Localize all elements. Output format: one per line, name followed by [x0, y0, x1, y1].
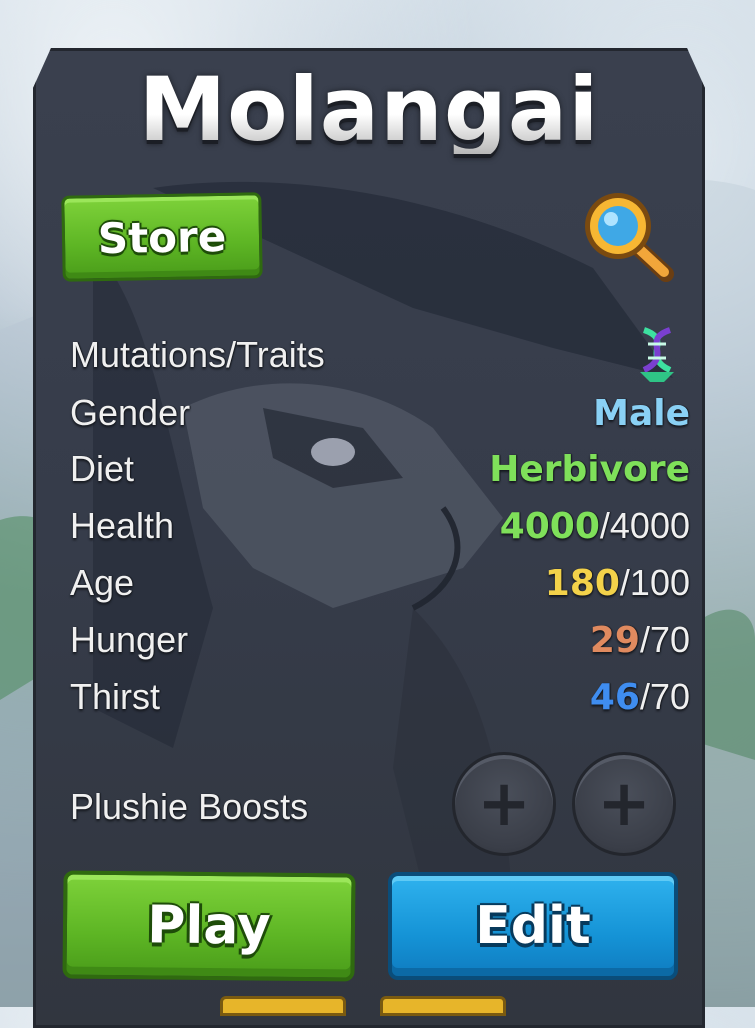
plus-icon: + — [597, 767, 651, 841]
diet-label: Diet — [70, 448, 135, 489]
hunger-value: 29/70 — [590, 619, 690, 661]
plushie-boosts-label: Plushie Boosts — [70, 786, 309, 827]
age-max: /100 — [619, 562, 690, 603]
plushie-slot-2-button[interactable]: + — [572, 752, 676, 856]
plushie-boosts-row: Plushie Boosts — [70, 782, 370, 832]
dna-trait-icon[interactable] — [634, 326, 680, 384]
bottom-tab-2[interactable] — [380, 996, 506, 1016]
plushie-slot-1-button[interactable]: + — [452, 752, 556, 856]
thirst-label: Thirst — [70, 676, 160, 717]
gender-value: Male — [593, 392, 690, 434]
thirst-max: /70 — [639, 676, 690, 717]
stat-row-thirst: Thirst 46/70 — [70, 672, 690, 722]
magnifier-icon[interactable] — [578, 186, 678, 286]
age-label: Age — [70, 562, 135, 603]
health-max: /4000 — [599, 505, 690, 546]
diet-value: Herbivore — [489, 448, 690, 490]
thirst-value: 46/70 — [590, 676, 690, 718]
health-current: 4000 — [499, 506, 600, 547]
stat-row-mutations[interactable]: Mutations/Traits — [70, 327, 690, 382]
stat-row-age: Age 180/100 — [70, 558, 690, 608]
stat-row-hunger: Hunger 29/70 — [70, 615, 690, 665]
bottom-tab-1[interactable] — [220, 996, 346, 1016]
mutations-traits-label: Mutations/Traits — [70, 334, 325, 375]
gender-label: Gender — [70, 392, 191, 433]
thirst-current: 46 — [589, 677, 640, 718]
edit-button[interactable]: Edit — [388, 872, 678, 980]
stat-row-gender: Gender Male — [70, 388, 690, 438]
hunger-label: Hunger — [70, 619, 189, 660]
hunger-current: 29 — [589, 620, 640, 661]
health-value: 4000/4000 — [500, 505, 690, 547]
plus-icon: + — [477, 767, 531, 841]
stat-row-health: Health 4000/4000 — [70, 501, 690, 551]
store-button[interactable]: Store — [61, 192, 263, 282]
health-label: Health — [70, 505, 175, 546]
creature-name-title: Molangai — [33, 66, 705, 154]
stat-row-diet: Diet Herbivore — [70, 444, 690, 494]
age-value: 180/100 — [545, 562, 690, 604]
hunger-max: /70 — [639, 619, 690, 660]
age-current: 180 — [544, 563, 620, 604]
play-button[interactable]: Play — [62, 870, 356, 982]
